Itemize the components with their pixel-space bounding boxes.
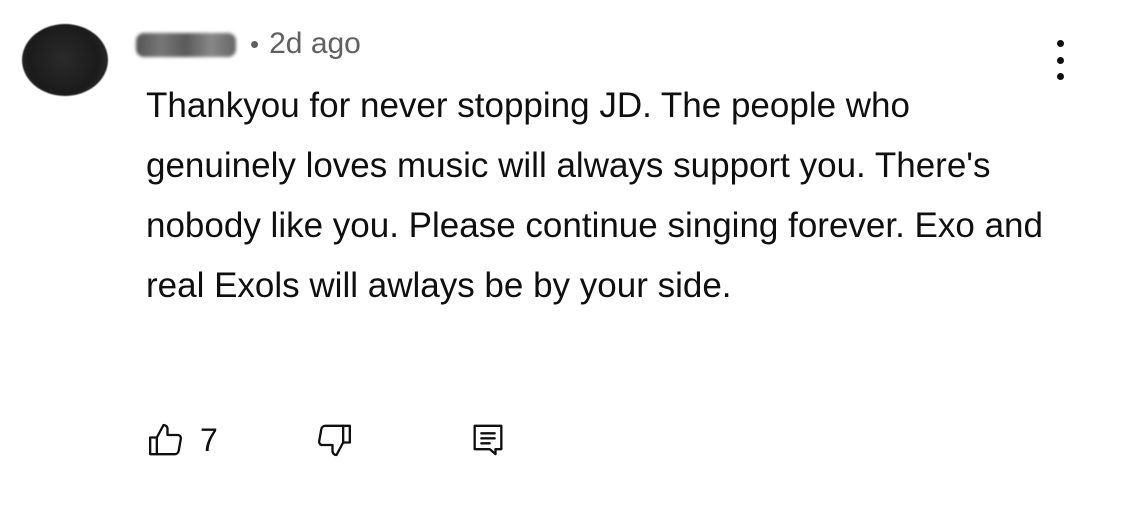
dislike-button[interactable] [314, 418, 354, 462]
comment-text: Thankyou for never stopping JD. The peop… [146, 86, 1043, 305]
comment-item: user • 2d ago Thankyou for never stoppin… [0, 0, 1125, 505]
comment-reply-icon [468, 420, 508, 460]
comment-actions: 7 [146, 418, 546, 462]
thumbs-down-icon [314, 420, 354, 460]
reply-button[interactable] [468, 418, 508, 462]
comment-header: user • 2d ago [136, 22, 361, 66]
like-count: 7 [200, 421, 218, 458]
thumbs-up-icon [146, 420, 186, 460]
separator-dot: • [250, 28, 260, 59]
avatar[interactable] [22, 24, 108, 96]
more-vertical-icon[interactable] [1053, 40, 1067, 80]
comment-time: 2d ago [269, 27, 361, 60]
author-name[interactable]: user [136, 29, 236, 59]
like-button[interactable]: 7 [146, 418, 218, 462]
